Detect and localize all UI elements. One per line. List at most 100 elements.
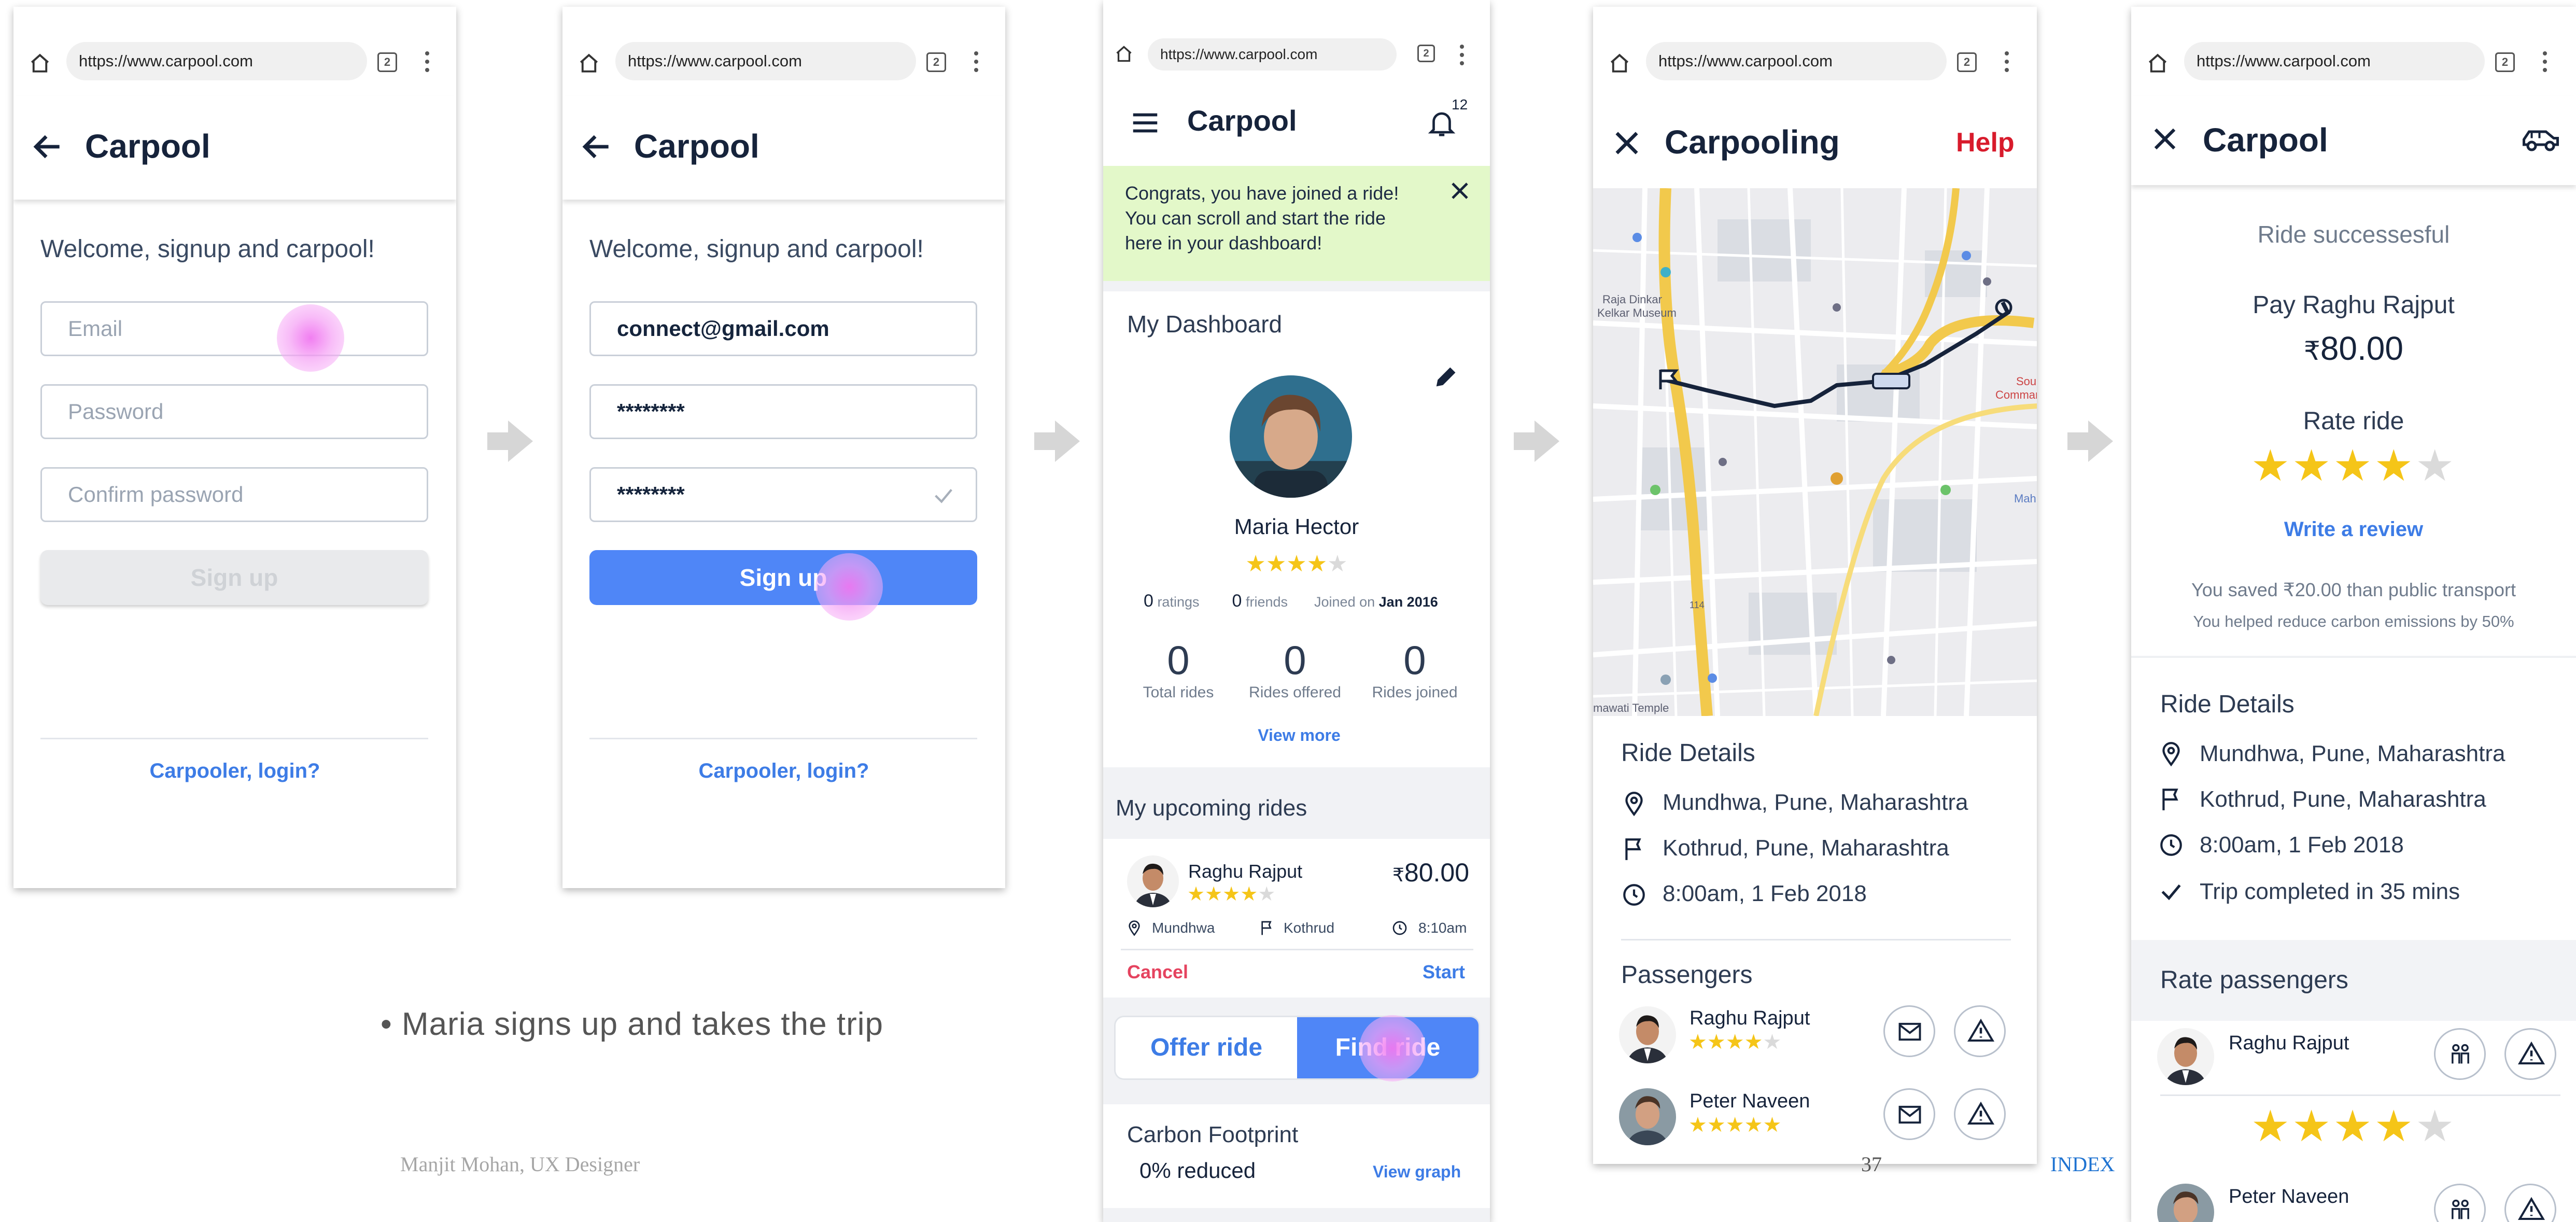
close-icon[interactable] [1447, 178, 1472, 203]
warning-icon [2517, 1197, 2545, 1220]
tap-indicator [815, 553, 883, 621]
check-icon [935, 489, 952, 503]
report-button[interactable] [2504, 1028, 2556, 1080]
passenger-rating-stars: ★★★★★ [1688, 1114, 1782, 1136]
close-icon[interactable] [1610, 126, 1644, 160]
start-ride-button[interactable]: Start [1423, 961, 1465, 983]
confirm-password-field[interactable]: Confirm password [40, 467, 428, 522]
ride-time: 8:00am, 1 Feb 2018 [2200, 832, 2404, 858]
login-link[interactable]: Carpooler, login? [562, 760, 1005, 783]
clock-icon [2160, 834, 2182, 856]
tab-count-icon[interactable]: 2 [377, 52, 397, 72]
more-menu-icon[interactable] [2005, 51, 2009, 73]
view-more-link[interactable]: View more [1103, 726, 1490, 745]
help-link[interactable]: Help [1956, 127, 2015, 158]
more-menu-icon[interactable] [425, 51, 429, 73]
driver-rating-stars: ★★★★★ [1187, 883, 1276, 905]
hamburger-menu-icon[interactable] [1129, 107, 1161, 139]
signup-button[interactable]: Sign up [589, 550, 977, 605]
edit-pencil-icon[interactable] [1433, 364, 1459, 390]
back-arrow-icon[interactable] [579, 129, 614, 164]
password-field[interactable]: ******** [589, 384, 977, 439]
clock-icon [1623, 884, 1645, 906]
route-map[interactable]: Raja Dinkar Kelkar Museum Sou Command Ho… [1593, 188, 2037, 716]
welcome-text: Welcome, signup and carpool! [589, 235, 924, 263]
passenger-rating-stars[interactable]: ★★★★★ [2131, 1101, 2576, 1151]
stat-joined: 0 Rides joined [1355, 637, 1474, 701]
app-title: Carpool [85, 128, 210, 165]
back-arrow-icon[interactable] [30, 129, 65, 164]
signup-button[interactable]: Sign up [40, 550, 428, 605]
carbon-note: You helped reduce carbon emissions by 50… [2193, 612, 2514, 630]
home-icon[interactable] [1609, 52, 1630, 74]
url-bar[interactable]: https://www.carpool.com [66, 42, 367, 80]
url-bar[interactable]: https://www.carpool.com [1148, 38, 1397, 71]
profile-meta: 0 ratings 0 friends Joined on Jan 2016 [1144, 591, 1438, 611]
map-label: Raja Dinkar [1602, 293, 1662, 306]
app-bar: Carpool [13, 96, 456, 200]
page-number: 37 [1861, 1153, 1882, 1176]
location-pin-icon [1625, 792, 1643, 817]
banner-line: You can scroll and start the ride [1125, 207, 1386, 229]
url-bar[interactable]: https://www.carpool.com [615, 42, 916, 80]
success-message: Ride successesful [2257, 221, 2450, 248]
joined-date: Jan 2016 [1378, 594, 1438, 610]
tab-count-icon[interactable]: 2 [1957, 52, 1977, 72]
home-icon[interactable] [578, 52, 600, 74]
price-value: 80.00 [1404, 858, 1470, 887]
joined-label: Joined on [1314, 594, 1375, 610]
more-menu-icon[interactable] [2543, 51, 2547, 73]
write-review-link[interactable]: Write a review [2131, 518, 2576, 541]
tab-count-icon[interactable]: 2 [2495, 52, 2515, 72]
ride-details-title: Ride Details [2160, 691, 2295, 718]
screen-dashboard: https://www.carpool.com 2 Carpool 12 Con… [1103, 0, 1490, 1222]
url-bar[interactable]: https://www.carpool.com [2184, 42, 2485, 80]
report-button[interactable] [1954, 1088, 2006, 1140]
view-graph-link[interactable]: View graph [1373, 1162, 1461, 1182]
cancel-ride-button[interactable]: Cancel [1127, 961, 1188, 983]
ride-details-title: Ride Details [1621, 739, 1755, 767]
mail-icon [1898, 1022, 1921, 1041]
tap-indicator [277, 304, 344, 372]
browser-chrome: https://www.carpool.com 2 [2131, 7, 2576, 96]
stat-value: 0 [1284, 637, 1306, 683]
warning-icon [1967, 1018, 1995, 1042]
password-field[interactable]: Password [40, 384, 428, 439]
login-link[interactable]: Carpooler, login? [13, 760, 456, 783]
location-pin-icon [2162, 742, 2180, 767]
app-title: Carpool [2203, 121, 2328, 159]
home-icon[interactable] [29, 52, 51, 74]
index-link[interactable]: INDEX [2050, 1152, 2115, 1176]
user-rating-stars: ★★★★★ [1245, 551, 1348, 577]
url-bar[interactable]: https://www.carpool.com [1646, 42, 1947, 80]
ride-rating-stars[interactable]: ★★★★★ [2131, 440, 2576, 491]
home-icon[interactable] [1115, 45, 1133, 63]
confirm-password-field[interactable]: ******** [589, 467, 977, 522]
tab-count-icon[interactable]: 2 [1417, 45, 1435, 62]
friend-button[interactable] [2434, 1184, 2486, 1222]
more-menu-icon[interactable] [974, 51, 978, 73]
friend-button[interactable] [2434, 1028, 2486, 1080]
offer-ride-button[interactable]: Offer ride [1116, 1017, 1297, 1078]
banner-line: here in your dashboard! [1125, 232, 1322, 254]
email-field[interactable]: connect@gmail.com [589, 301, 977, 356]
tab-count-icon[interactable]: 2 [926, 52, 946, 72]
friends-count: 0 [1232, 591, 1242, 611]
stat-value: 0 [1403, 637, 1426, 683]
check-icon [2161, 884, 2181, 901]
home-icon[interactable] [2147, 52, 2169, 74]
more-menu-icon[interactable] [1460, 45, 1464, 66]
report-button[interactable] [1954, 1005, 2006, 1057]
message-button[interactable] [1883, 1088, 1935, 1140]
upcoming-ride-card[interactable]: Raghu Rajput ★★★★★ ₹80.00 Mundhwa Kothru… [1103, 839, 1490, 998]
message-button[interactable] [1883, 1005, 1935, 1057]
report-button[interactable] [2504, 1184, 2556, 1222]
flag-icon [1625, 838, 1641, 860]
email-field[interactable]: Email [40, 301, 428, 356]
car-icon [2523, 130, 2559, 151]
passenger-rating-stars: ★★★★★ [1688, 1031, 1782, 1054]
divider [2131, 656, 2576, 658]
browser-chrome: https://www.carpool.com 2 [562, 7, 1005, 96]
ride-to: Kothrud, Pune, Maharashtra [2200, 786, 2486, 812]
close-icon[interactable] [2149, 123, 2181, 155]
